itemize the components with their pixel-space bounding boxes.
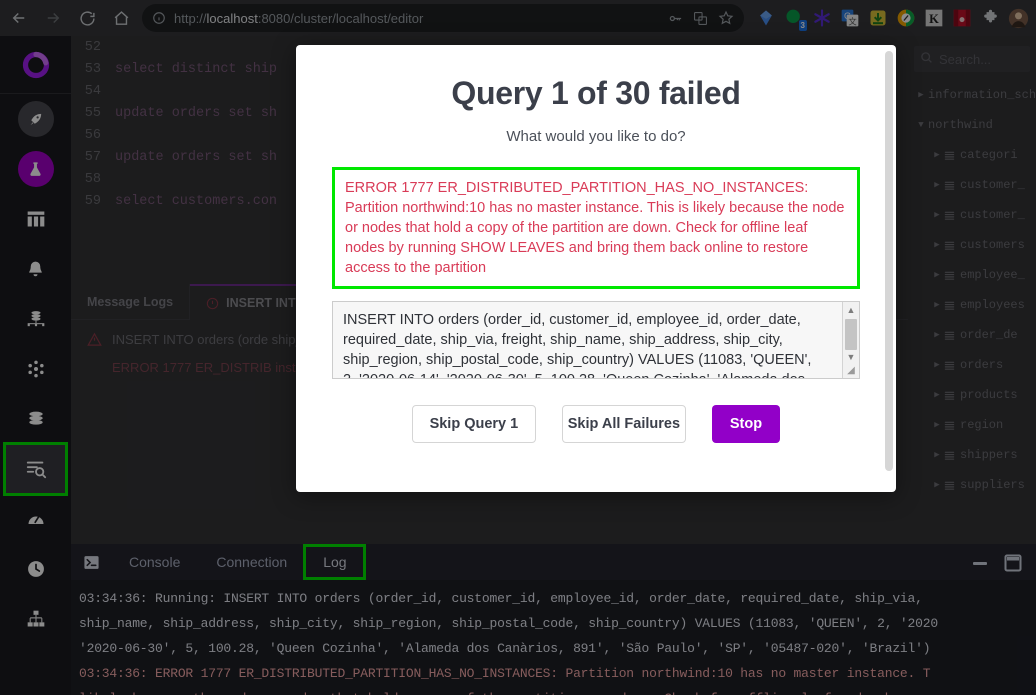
modal-title: Query 1 of 30 failed xyxy=(451,75,741,111)
resize-grip-icon[interactable]: ◢ xyxy=(843,362,859,378)
stop-button[interactable]: Stop xyxy=(711,405,781,443)
error-message-text: ERROR 1777 ER_DISTRIBUTED_PARTITION_HAS_… xyxy=(345,180,845,276)
scroll-thumb[interactable] xyxy=(845,319,857,350)
query-scrollbar[interactable]: ▲ ▼ ◢ xyxy=(842,302,859,378)
error-message-box: ERROR 1777 ER_DISTRIBUTED_PARTITION_HAS_… xyxy=(332,167,860,289)
scroll-up-icon[interactable]: ▲ xyxy=(843,302,859,317)
modal-scrollbar[interactable] xyxy=(885,51,893,486)
modal-actions: Skip Query 1 Skip All Failures Stop xyxy=(332,405,860,443)
skip-query-button[interactable]: Skip Query 1 xyxy=(411,405,536,443)
query-failed-modal: Query 1 of 30 failed What would you like… xyxy=(296,45,896,492)
skip-all-failures-button[interactable]: Skip All Failures xyxy=(561,405,686,443)
failed-query-text: INSERT INTO orders (order_id, customer_i… xyxy=(343,312,812,378)
modal-subtitle: What would you like to do? xyxy=(506,128,686,145)
failed-query-textarea[interactable]: INSERT INTO orders (order_id, customer_i… xyxy=(332,301,860,379)
